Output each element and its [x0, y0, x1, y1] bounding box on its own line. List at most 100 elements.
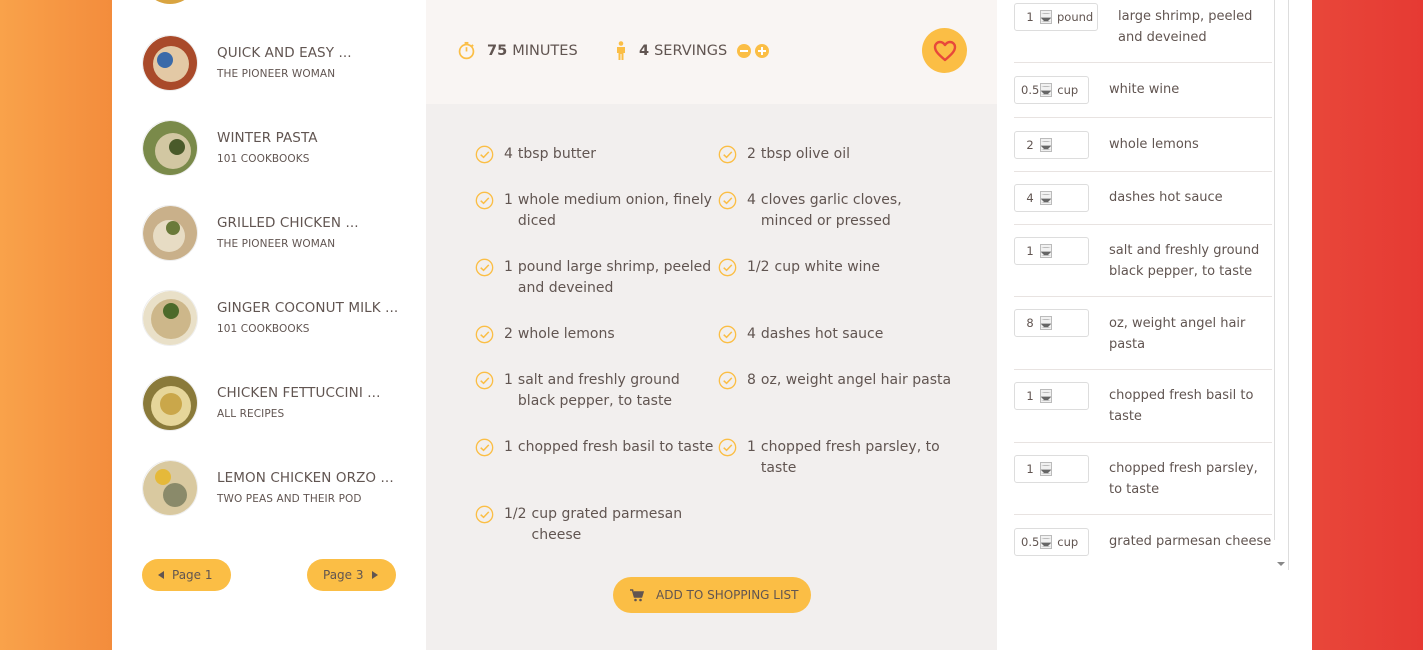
result-item[interactable]: GRILLED CHICKEN ... THE PIONEER WOMAN [112, 190, 426, 275]
quantity-value[interactable]: 0.5 [1021, 535, 1039, 549]
ingredient-quantity: 2 [747, 146, 756, 162]
spin-down-icon[interactable] [1041, 543, 1052, 549]
spin-down-icon[interactable] [1041, 18, 1051, 24]
spinner-buttons[interactable] [1040, 10, 1052, 24]
spin-down-icon[interactable] [1041, 470, 1051, 476]
recipe-time: 75 minutes [457, 41, 578, 60]
shopping-item-description: whole lemons [1109, 137, 1199, 152]
quantity-stepper[interactable]: 8 [1014, 309, 1089, 337]
quantity-stepper[interactable]: 4 [1014, 184, 1089, 212]
result-title: CHICKEN FETTUCCINI ... [217, 384, 381, 401]
result-title: QUICK AND EASY ... [217, 44, 352, 61]
spinner-buttons[interactable] [1040, 83, 1053, 97]
pagination-next-button[interactable]: Page 3 [307, 559, 396, 591]
spinner-buttons[interactable] [1040, 316, 1052, 330]
quantity-value[interactable]: 0.5 [1021, 83, 1039, 97]
shopping-item-description: grated parmesan cheese [1109, 534, 1272, 549]
result-item[interactable]: QUICK AND EASY ... THE PIONEER WOMAN [112, 20, 426, 105]
recipe-servings-unit: servings [654, 43, 728, 59]
check-icon [718, 438, 737, 457]
shopping-item: 1 salt and freshly ground black pepper, … [1014, 225, 1272, 297]
result-publisher: 101 COOKBOOKS [217, 152, 310, 165]
check-icon [475, 505, 494, 524]
ingredient-item: 2 whole lemons [475, 324, 718, 370]
result-title: LEMON CHICKEN ORZO ... [217, 469, 394, 486]
ingredient-quantity: 1 [504, 439, 513, 455]
search-results-panel: QUICK AND EASY ... THE PIONEER WOMAN WIN… [112, 0, 426, 650]
quantity-value[interactable]: 1 [1021, 244, 1039, 258]
ingredient-description: whole medium onion, finely diced [517, 192, 712, 229]
pagination-next-label: Page 3 [323, 568, 364, 582]
spinner-buttons[interactable] [1040, 191, 1052, 205]
result-publisher: ALL RECIPES [217, 407, 285, 420]
food-image-icon [143, 375, 197, 430]
result-item[interactable]: WINTER PASTA 101 COOKBOOKS [112, 105, 426, 190]
quantity-stepper[interactable]: 0.5 cup [1014, 76, 1089, 104]
spin-down-icon[interactable] [1041, 397, 1051, 403]
quantity-stepper[interactable]: 2 [1014, 131, 1089, 159]
quantity-stepper[interactable]: 0.5 cup [1014, 528, 1089, 556]
recipe-panel: 75 minutes 4 servings [426, 0, 997, 650]
spin-down-icon[interactable] [1041, 146, 1051, 152]
heart-icon [933, 40, 956, 61]
result-item[interactable]: GINGER COCONUT MILK ... 101 COOKBOOKS [112, 275, 426, 360]
bookmark-button[interactable] [922, 28, 967, 73]
spinner-buttons[interactable] [1040, 535, 1053, 549]
decrease-servings-button[interactable] [737, 44, 752, 58]
results-list: QUICK AND EASY ... THE PIONEER WOMAN WIN… [112, 20, 426, 530]
shopping-item: 1 chopped fresh basil to taste [1014, 370, 1272, 443]
add-to-shopping-list-button[interactable]: Add to shopping list [613, 577, 811, 613]
result-item[interactable]: CHICKEN FETTUCCINI ... ALL RECIPES [112, 360, 426, 445]
increase-servings-button[interactable] [755, 44, 770, 58]
spinner-buttons[interactable] [1040, 389, 1052, 403]
result-title: GRILLED CHICKEN ... [217, 214, 359, 231]
ingredient-item: 1 chopped fresh parsley, to taste [718, 437, 955, 504]
spin-down-icon[interactable] [1041, 252, 1051, 258]
ingredient-item: 1 chopped fresh basil to taste [475, 437, 718, 504]
ingredient-description: cup white wine [774, 259, 881, 275]
ingredient-quantity: 8 [747, 372, 756, 388]
check-icon [718, 191, 737, 210]
quantity-stepper[interactable]: 1 pound [1014, 3, 1098, 31]
ingredient-description: salt and freshly ground black pepper, to… [517, 372, 680, 409]
quantity-value[interactable]: 8 [1021, 316, 1039, 330]
result-thumbnail [142, 374, 198, 431]
scroll-down-icon[interactable] [1277, 562, 1285, 566]
person-icon [614, 41, 628, 61]
quantity-stepper[interactable]: 1 [1014, 455, 1089, 483]
shopping-item-description: dashes hot sauce [1109, 190, 1223, 205]
scrollbar-thumb[interactable] [1274, 0, 1286, 540]
shopping-list: 1 pound large shrimp, peeled and deveined… [1014, 0, 1289, 570]
ingredient-item: 8 oz, weight angel hair pasta [718, 370, 955, 437]
spin-down-icon[interactable] [1041, 199, 1051, 205]
shopping-item: 0.5 cup grated parmesan cheese [1014, 515, 1272, 570]
quantity-value[interactable]: 2 [1021, 138, 1039, 152]
ingredient-item: 4 cloves garlic cloves, minced or pressed [718, 190, 955, 257]
pagination-prev-button[interactable]: Page 1 [142, 559, 231, 591]
ingredient-quantity: 1 [747, 439, 756, 455]
spinner-buttons[interactable] [1040, 462, 1052, 476]
ingredient-quantity: 4 [747, 326, 756, 342]
scrollbar[interactable] [1272, 0, 1288, 570]
spin-down-icon[interactable] [1041, 324, 1051, 330]
shopping-item-description: oz, weight angel hair pasta [1109, 316, 1246, 352]
result-item[interactable]: LEMON CHICKEN ORZO ... TWO PEAS AND THEI… [112, 445, 426, 530]
quantity-stepper[interactable]: 1 [1014, 237, 1089, 265]
minus-icon [740, 50, 749, 52]
quantity-value[interactable]: 1 [1021, 389, 1039, 403]
ingredient-quantity: 2 [504, 326, 513, 342]
spinner-buttons[interactable] [1040, 244, 1052, 258]
spin-down-icon[interactable] [1041, 91, 1052, 97]
shopping-item-description: salt and freshly ground black pepper, to… [1109, 243, 1260, 279]
ingredient-item: 4 dashes hot sauce [718, 324, 955, 370]
ingredient-quantity: 1 [504, 259, 513, 275]
result-thumbnail-partial [142, 0, 198, 4]
quantity-value[interactable]: 1 [1021, 462, 1039, 476]
quantity-stepper[interactable]: 1 [1014, 382, 1089, 410]
quantity-value[interactable]: 4 [1021, 191, 1039, 205]
stopwatch-icon [457, 41, 476, 60]
recipe-time-value: 75 [487, 42, 508, 59]
quantity-value[interactable]: 1 [1021, 10, 1039, 24]
ingredient-quantity: 1 [504, 372, 513, 388]
spinner-buttons[interactable] [1040, 138, 1052, 152]
